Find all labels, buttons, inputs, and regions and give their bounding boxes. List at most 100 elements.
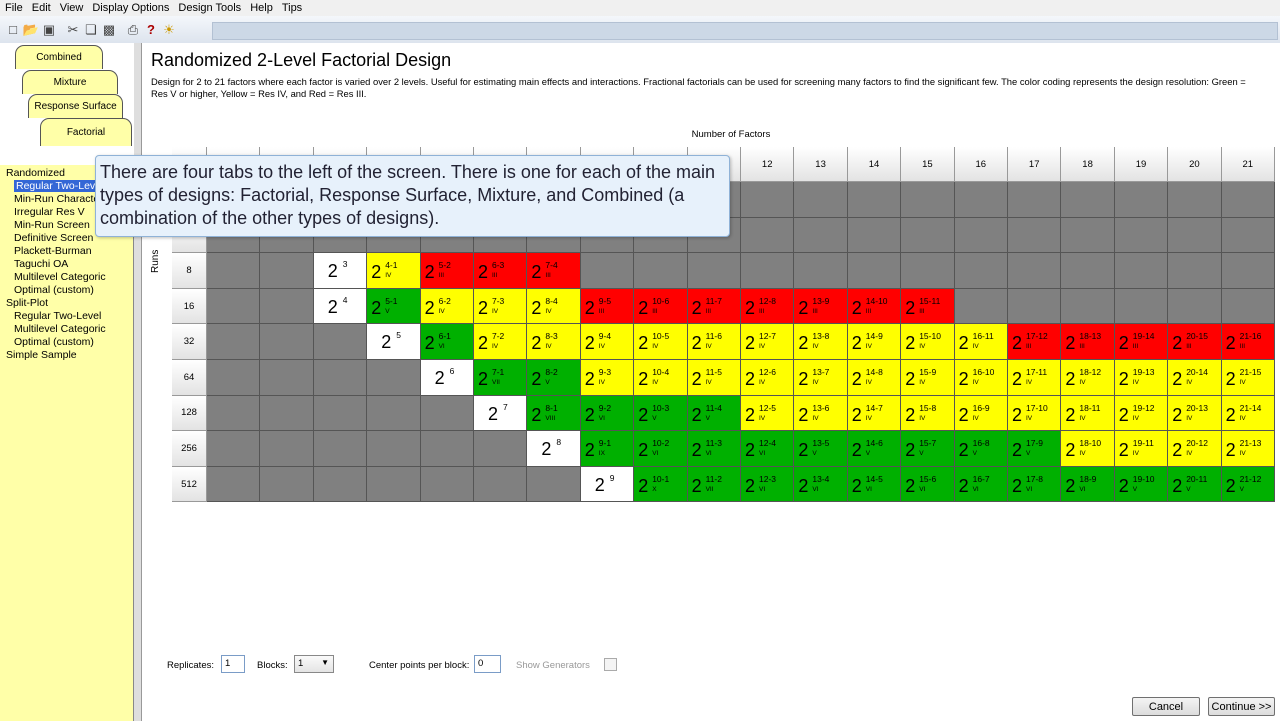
tab-response-surface[interactable]: Response Surface bbox=[28, 94, 123, 118]
tree-item[interactable]: Taguchi OA bbox=[0, 258, 133, 271]
design-cell[interactable]: 2 13-9 III bbox=[794, 288, 848, 325]
design-cell[interactable]: 2 19-12 IV bbox=[1114, 395, 1169, 432]
design-cell[interactable]: 2 7-3 IV bbox=[474, 288, 528, 325]
tab-combined[interactable]: Combined bbox=[15, 45, 103, 69]
design-cell[interactable]: 2 6-2 IV bbox=[420, 288, 474, 325]
design-cell[interactable]: 2 21-16 III bbox=[1221, 324, 1275, 360]
design-cell[interactable]: 2 21-12 V bbox=[1221, 466, 1275, 503]
design-cell[interactable]: 2 12-7 IV bbox=[741, 324, 795, 360]
design-cell[interactable]: 29 bbox=[580, 466, 635, 503]
design-cell[interactable]: 24 bbox=[313, 288, 368, 325]
design-cell[interactable]: 2 11-5 IV bbox=[687, 360, 741, 396]
design-cell[interactable]: 2 11-4 V bbox=[687, 395, 741, 432]
help-icon[interactable]: ? bbox=[142, 21, 160, 39]
design-cell[interactable]: 2 20-14 IV bbox=[1168, 360, 1222, 396]
design-cell[interactable]: 2 11-6 IV bbox=[687, 324, 741, 360]
tree-item[interactable]: Simple Sample bbox=[0, 349, 133, 362]
design-cell[interactable]: 2 8-2 V bbox=[527, 360, 581, 396]
design-cell[interactable]: 2 13-5 V bbox=[794, 431, 848, 467]
design-cell[interactable]: 2 10-4 IV bbox=[634, 360, 688, 396]
design-cell[interactable]: 2 8-4 IV bbox=[527, 288, 581, 325]
tree-item[interactable]: Multilevel Categoric bbox=[0, 323, 133, 336]
design-cell[interactable]: 2 20-11 V bbox=[1168, 466, 1222, 503]
design-cell[interactable]: 2 12-6 IV bbox=[741, 360, 795, 396]
tree-item[interactable]: Plackett-Burman bbox=[0, 245, 133, 258]
design-cell[interactable]: 2 15-8 IV bbox=[901, 395, 955, 432]
design-cell[interactable]: 2 20-12 IV bbox=[1168, 431, 1222, 467]
design-cell[interactable]: 2 11-3 VI bbox=[687, 431, 741, 467]
menu-tips[interactable]: Tips bbox=[277, 1, 306, 15]
design-cell[interactable]: 2 16-10 IV bbox=[954, 360, 1008, 396]
cancel-button[interactable]: Cancel bbox=[1132, 697, 1200, 716]
tree-item[interactable]: Multilevel Categoric bbox=[0, 271, 133, 284]
open-folder-icon[interactable]: 📂 bbox=[22, 21, 40, 39]
show-generators-checkbox[interactable] bbox=[604, 658, 617, 671]
design-cell[interactable]: 2 8-3 IV bbox=[527, 324, 581, 360]
design-cell[interactable]: 2 9-4 IV bbox=[580, 324, 635, 360]
design-cell[interactable]: 2 12-8 III bbox=[741, 288, 795, 325]
design-cell[interactable]: 2 21-13 IV bbox=[1221, 431, 1275, 467]
splitter[interactable] bbox=[134, 43, 142, 721]
blocks-select[interactable]: 1 ▼ bbox=[294, 655, 334, 673]
design-cell[interactable]: 2 11-7 III bbox=[687, 288, 741, 325]
design-cell[interactable]: 28 bbox=[527, 431, 581, 467]
design-cell[interactable]: 2 11-2 VII bbox=[687, 466, 741, 503]
design-cell[interactable]: 2 13-7 IV bbox=[794, 360, 848, 396]
menu-design-tools[interactable]: Design Tools bbox=[173, 1, 245, 15]
design-cell[interactable]: 2 18-10 IV bbox=[1061, 431, 1115, 467]
tree-item[interactable]: Optimal (custom) bbox=[0, 336, 133, 349]
design-cell[interactable]: 2 19-11 IV bbox=[1114, 431, 1169, 467]
design-cell[interactable]: 2 10-3 V bbox=[634, 395, 688, 432]
design-cell[interactable]: 2 13-6 IV bbox=[794, 395, 848, 432]
design-cell[interactable]: 2 8-1 VIII bbox=[527, 395, 581, 432]
design-cell[interactable]: 2 14-9 IV bbox=[847, 324, 902, 360]
design-cell[interactable]: 2 9-5 III bbox=[580, 288, 635, 325]
design-cell[interactable]: 2 7-1 VII bbox=[474, 360, 528, 396]
design-cell[interactable]: 2 4-1 IV bbox=[367, 253, 421, 289]
design-cell[interactable]: 2 17-9 V bbox=[1008, 431, 1062, 467]
paste-icon[interactable]: ▩ bbox=[100, 21, 118, 39]
design-cell[interactable]: 2 17-11 IV bbox=[1008, 360, 1062, 396]
design-cell[interactable]: 2 12-4 VI bbox=[741, 431, 795, 467]
design-cell[interactable]: 25 bbox=[367, 324, 421, 360]
design-cell[interactable]: 2 10-5 IV bbox=[634, 324, 688, 360]
design-cell[interactable]: 2 18-13 III bbox=[1061, 324, 1115, 360]
design-cell[interactable]: 2 17-8 VI bbox=[1008, 466, 1062, 503]
design-cell[interactable]: 2 15-9 IV bbox=[901, 360, 955, 396]
design-cell[interactable]: 2 15-10 IV bbox=[901, 324, 955, 360]
continue-button[interactable]: Continue >> bbox=[1208, 697, 1275, 716]
tab-factorial[interactable]: Factorial bbox=[40, 118, 132, 146]
design-cell[interactable]: 2 10-1 X bbox=[634, 466, 688, 503]
design-cell[interactable]: 2 15-7 V bbox=[901, 431, 955, 467]
design-cell[interactable]: 2 15-11 III bbox=[901, 288, 955, 325]
design-cell[interactable]: 2 9-1 IX bbox=[580, 431, 635, 467]
design-cell[interactable]: 2 14-10 III bbox=[847, 288, 902, 325]
design-cell[interactable]: 2 17-12 III bbox=[1008, 324, 1062, 360]
design-cell[interactable]: 2 5-1 V bbox=[367, 288, 421, 325]
new-file-icon[interactable]: □ bbox=[4, 21, 22, 39]
design-cell[interactable]: 2 16-7 VI bbox=[954, 466, 1008, 503]
design-cell[interactable]: 2 18-12 IV bbox=[1061, 360, 1115, 396]
design-cell[interactable]: 2 12-3 VI bbox=[741, 466, 795, 503]
tree-item[interactable]: Optimal (custom) bbox=[0, 284, 133, 297]
tab-mixture[interactable]: Mixture bbox=[22, 70, 118, 94]
design-cell[interactable]: 2 18-9 VI bbox=[1061, 466, 1115, 503]
design-cell[interactable]: 2 9-3 IV bbox=[580, 360, 635, 396]
replicates-input[interactable]: 1 bbox=[221, 655, 245, 673]
design-cell[interactable]: 2 9-2 VI bbox=[580, 395, 635, 432]
tips-lightbulb-icon[interactable]: ☀ bbox=[160, 21, 178, 39]
design-cell[interactable]: 2 10-6 III bbox=[634, 288, 688, 325]
design-cell[interactable]: 2 20-15 III bbox=[1168, 324, 1222, 360]
save-icon[interactable]: ▣ bbox=[40, 21, 58, 39]
copy-icon[interactable]: ❏ bbox=[82, 21, 100, 39]
menu-edit[interactable]: Edit bbox=[27, 1, 55, 15]
design-cell[interactable]: 2 15-6 VI bbox=[901, 466, 955, 503]
menu-file[interactable]: File bbox=[0, 1, 27, 15]
menu-view[interactable]: View bbox=[55, 1, 88, 15]
design-cell[interactable]: 2 16-9 IV bbox=[954, 395, 1008, 432]
design-cell[interactable]: 2 14-5 VI bbox=[847, 466, 902, 503]
design-cell[interactable]: 2 21-15 IV bbox=[1221, 360, 1275, 396]
tree-item[interactable]: Split-Plot bbox=[0, 297, 133, 310]
center-points-input[interactable]: 0 bbox=[474, 655, 501, 673]
print-icon[interactable]: ⎙ bbox=[124, 21, 142, 39]
